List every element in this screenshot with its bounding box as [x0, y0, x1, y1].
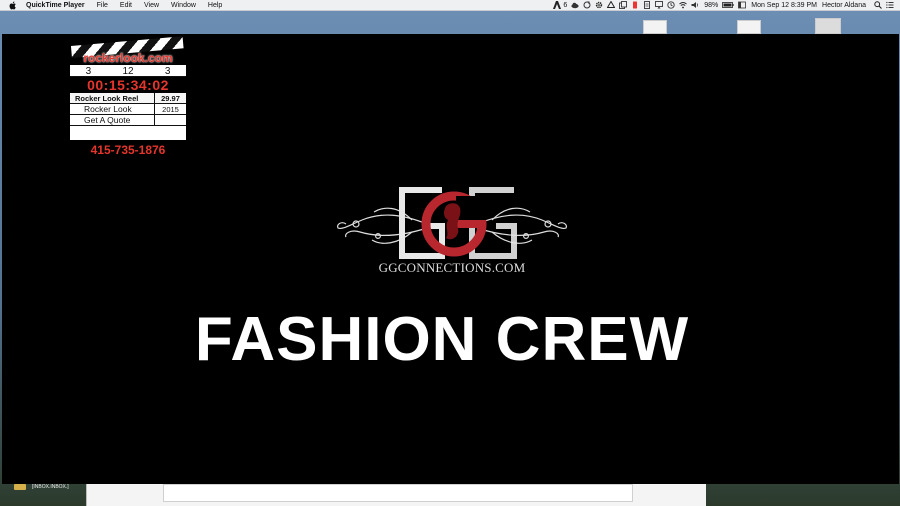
- doc-icon[interactable]: [643, 1, 651, 9]
- menu-edit[interactable]: Edit: [120, 2, 132, 9]
- notification-center-icon[interactable]: [886, 1, 894, 9]
- battery-percent: 98%: [704, 1, 719, 9]
- clapboard-title-row: Rocker Look 2015: [70, 104, 186, 115]
- battery-alert-icon[interactable]: [631, 1, 639, 9]
- gear-icon[interactable]: [595, 1, 603, 9]
- menu-file[interactable]: File: [97, 2, 108, 9]
- clapboard-reel-value: 29.97: [154, 93, 186, 103]
- ggconnections-logo: GGCONNECTIONS.COM: [332, 184, 572, 284]
- clapboard-year: 2015: [154, 104, 186, 114]
- clapboard-title: Rocker Look: [84, 104, 132, 114]
- clapboard-take: 12: [122, 65, 134, 77]
- wifi-icon[interactable]: [679, 1, 688, 9]
- cloud-icon[interactable]: [571, 1, 579, 9]
- menu-help[interactable]: Help: [208, 2, 222, 9]
- clapboard-site: rockerlook.com: [83, 51, 173, 65]
- inbox-folder[interactable]: [INBOX.INBOX.]: [14, 484, 69, 490]
- copy-icon[interactable]: [619, 1, 628, 9]
- battery-icon[interactable]: [722, 1, 734, 9]
- logo-mark-icon: [337, 187, 567, 259]
- clapboard-roll: 3: [164, 65, 171, 77]
- inbox-label: [INBOX.INBOX.]: [32, 484, 69, 490]
- sync-icon[interactable]: [583, 1, 591, 9]
- status-count: 6: [563, 1, 568, 9]
- volume-icon[interactable]: [691, 1, 699, 9]
- clapboard-numbers: 3 12 3: [70, 66, 186, 77]
- video-headline: FASHION CREW: [194, 305, 690, 374]
- clapboard-reel-label: Rocker Look Reel: [75, 94, 139, 103]
- drive-icon[interactable]: [607, 1, 616, 9]
- clapboard-cta-row: Get A Quote: [70, 115, 186, 126]
- clapboard-cta: Get A Quote: [84, 115, 131, 125]
- desktop-file-3[interactable]: [815, 18, 841, 34]
- timemachine-icon[interactable]: [667, 1, 675, 9]
- folder-icon: [14, 484, 26, 490]
- menu-window[interactable]: Window: [171, 2, 196, 9]
- spotlight-search-icon[interactable]: [874, 1, 882, 9]
- adobe-icon[interactable]: [553, 1, 562, 9]
- background-window-content: [163, 484, 633, 502]
- clapboard-reel-row: Rocker Look Reel 29.97: [70, 93, 186, 104]
- apple-icon[interactable]: [8, 1, 17, 10]
- menu-view[interactable]: View: [144, 2, 159, 9]
- user-name[interactable]: Hector Aldana: [822, 2, 866, 9]
- video-player[interactable]: rockerlook.com 3 12 3 00:15:34:02 Rocker…: [2, 34, 899, 484]
- clapboard-graphic: rockerlook.com 3 12 3 00:15:34:02 Rocker…: [70, 36, 186, 162]
- desktop-file-2[interactable]: [737, 20, 761, 34]
- clapboard-blank-cell: [154, 115, 186, 125]
- clock[interactable]: Mon Sep 12 8:39 PM: [751, 2, 817, 9]
- logo-wordmark: GGCONNECTIONS.COM: [378, 260, 526, 275]
- desktop-file-1[interactable]: [643, 20, 667, 34]
- clapboard-phone: 415-735-1876: [90, 143, 166, 157]
- status-area: 6 98% Mon Sep 12 8:39 PM Hector Aldana: [549, 1, 894, 9]
- airplay-icon[interactable]: [655, 1, 664, 9]
- menu-bar: QuickTime Player File Edit View Window H…: [0, 0, 900, 11]
- clapboard-scene: 3: [85, 65, 92, 77]
- clapboard-timecode: 00:15:34:02: [70, 77, 186, 93]
- menu-extra-icon[interactable]: [738, 1, 747, 9]
- menu-app-name[interactable]: QuickTime Player: [26, 2, 85, 9]
